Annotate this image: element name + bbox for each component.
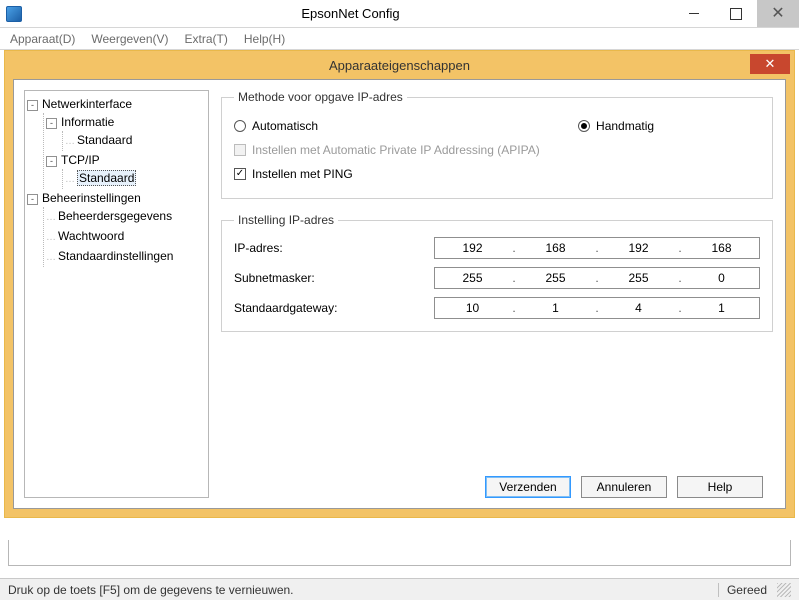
ip-octet[interactable]: 1: [684, 298, 759, 318]
radio-icon: [234, 120, 246, 132]
ip-octet[interactable]: 168: [684, 238, 759, 258]
tree-node-informatie[interactable]: -Informatie Standaard: [46, 113, 206, 151]
ip-octet[interactable]: 10: [435, 298, 510, 318]
tree-node-standaardinstellingen[interactable]: Standaardinstellingen: [46, 247, 206, 267]
window-maximize-button[interactable]: [715, 0, 757, 27]
expand-icon[interactable]: -: [27, 194, 38, 205]
status-ready: Gereed: [727, 583, 771, 597]
resize-grip-icon[interactable]: [777, 583, 791, 597]
window-minimize-button[interactable]: [673, 0, 715, 27]
ip-octet[interactable]: 255: [518, 268, 593, 288]
group-ip-settings: Instelling IP-adres IP-adres: 192. 168. …: [221, 213, 773, 332]
input-ip-adres[interactable]: 192. 168. 192. 168: [434, 237, 760, 259]
ip-octet[interactable]: 255: [601, 268, 676, 288]
checkbox-icon: [234, 168, 246, 180]
radio-label: Handmatig: [596, 119, 654, 133]
radio-label: Automatisch: [252, 119, 318, 133]
window-titlebar: EpsonNet Config: [0, 0, 799, 28]
group-legend: Instelling IP-adres: [234, 213, 338, 227]
tree-label: Netwerkinterface: [42, 97, 132, 111]
window-close-button[interactable]: [757, 0, 799, 27]
group-legend: Methode voor opgave IP-adres: [234, 90, 407, 104]
main-list-backdrop: [8, 540, 791, 566]
expand-icon[interactable]: -: [46, 156, 57, 167]
checkbox-apipa: Instellen met Automatic Private IP Addre…: [234, 143, 540, 157]
menu-weergeven[interactable]: Weergeven(V): [85, 30, 174, 48]
label-subnetmasker: Subnetmasker:: [234, 271, 434, 285]
tree-label: Informatie: [61, 115, 114, 129]
checkbox-ping[interactable]: Instellen met PING: [234, 167, 353, 181]
window-controls: [673, 0, 799, 27]
input-subnetmasker[interactable]: 255. 255. 255. 0: [434, 267, 760, 289]
tree-node-tcpip-standaard[interactable]: Standaard: [65, 169, 206, 189]
tree-node-informatie-standaard[interactable]: Standaard: [65, 131, 206, 151]
label-standaardgateway: Standaardgateway:: [234, 301, 434, 315]
tree-label: Beheerinstellingen: [42, 191, 141, 205]
tree-label: Standaardinstellingen: [58, 249, 173, 263]
group-ip-method: Methode voor opgave IP-adres Automatisch…: [221, 90, 773, 199]
radio-handmatig[interactable]: Handmatig: [578, 119, 654, 133]
tree-label: Beheerdersgegevens: [58, 209, 172, 223]
dialog-header: Apparaateigenschappen ✕: [5, 51, 794, 79]
menu-bar: Apparaat(D) Weergeven(V) Extra(T) Help(H…: [0, 28, 799, 50]
button-label: Annuleren: [597, 480, 652, 494]
status-bar: Druk op de toets [F5] om de gegevens te …: [0, 578, 799, 600]
expand-icon[interactable]: -: [46, 118, 57, 129]
tree-node-wachtwoord[interactable]: Wachtwoord: [46, 227, 206, 247]
tree-label: Wachtwoord: [58, 229, 124, 243]
menu-help[interactable]: Help(H): [238, 30, 291, 48]
tree-label: TCP/IP: [61, 153, 100, 167]
ip-octet[interactable]: 255: [435, 268, 510, 288]
menu-extra[interactable]: Extra(T): [179, 30, 234, 48]
dialog-title: Apparaateigenschappen: [329, 58, 470, 73]
ip-octet[interactable]: 1: [518, 298, 593, 318]
navigation-tree[interactable]: -Netwerkinterface -Informatie Standaard: [24, 90, 209, 498]
button-label: Verzenden: [499, 480, 556, 494]
checkbox-icon: [234, 144, 246, 156]
button-help[interactable]: Help: [677, 476, 763, 498]
window-title: EpsonNet Config: [28, 6, 673, 21]
ip-octet[interactable]: 192: [601, 238, 676, 258]
expand-icon[interactable]: -: [27, 100, 38, 111]
ip-octet[interactable]: 4: [601, 298, 676, 318]
tree-label: Standaard: [77, 133, 132, 147]
tree-node-tcpip[interactable]: -TCP/IP Standaard: [46, 151, 206, 189]
button-verzenden[interactable]: Verzenden: [485, 476, 571, 498]
tree-node-beheerdersgegevens[interactable]: Beheerdersgegevens: [46, 207, 206, 227]
tree-node-netwerkinterface[interactable]: -Netwerkinterface -Informatie Standaard: [27, 95, 206, 189]
checkbox-label: Instellen met PING: [252, 167, 353, 181]
label-ip-adres: IP-adres:: [234, 241, 434, 255]
button-annuleren[interactable]: Annuleren: [581, 476, 667, 498]
menu-apparaat[interactable]: Apparaat(D): [4, 30, 81, 48]
radio-icon: [578, 120, 590, 132]
ip-octet[interactable]: 0: [684, 268, 759, 288]
tree-label-selected: Standaard: [77, 170, 136, 186]
button-label: Help: [708, 480, 733, 494]
dialog: Apparaateigenschappen ✕ -Netwerkinterfac…: [0, 50, 799, 518]
radio-automatisch[interactable]: Automatisch: [234, 119, 318, 133]
status-hint: Druk op de toets [F5] om de gegevens te …: [8, 583, 294, 597]
dialog-close-button[interactable]: ✕: [750, 54, 790, 74]
input-standaardgateway[interactable]: 10. 1. 4. 1: [434, 297, 760, 319]
content-panel: Methode voor opgave IP-adres Automatisch…: [219, 90, 775, 498]
ip-octet[interactable]: 192: [435, 238, 510, 258]
ip-octet[interactable]: 168: [518, 238, 593, 258]
checkbox-label: Instellen met Automatic Private IP Addre…: [252, 143, 540, 157]
app-icon: [6, 6, 22, 22]
tree-node-beheerinstellingen[interactable]: -Beheerinstellingen Beheerdersgegevens W…: [27, 189, 206, 267]
dialog-button-row: Verzenden Annuleren Help: [219, 466, 775, 498]
